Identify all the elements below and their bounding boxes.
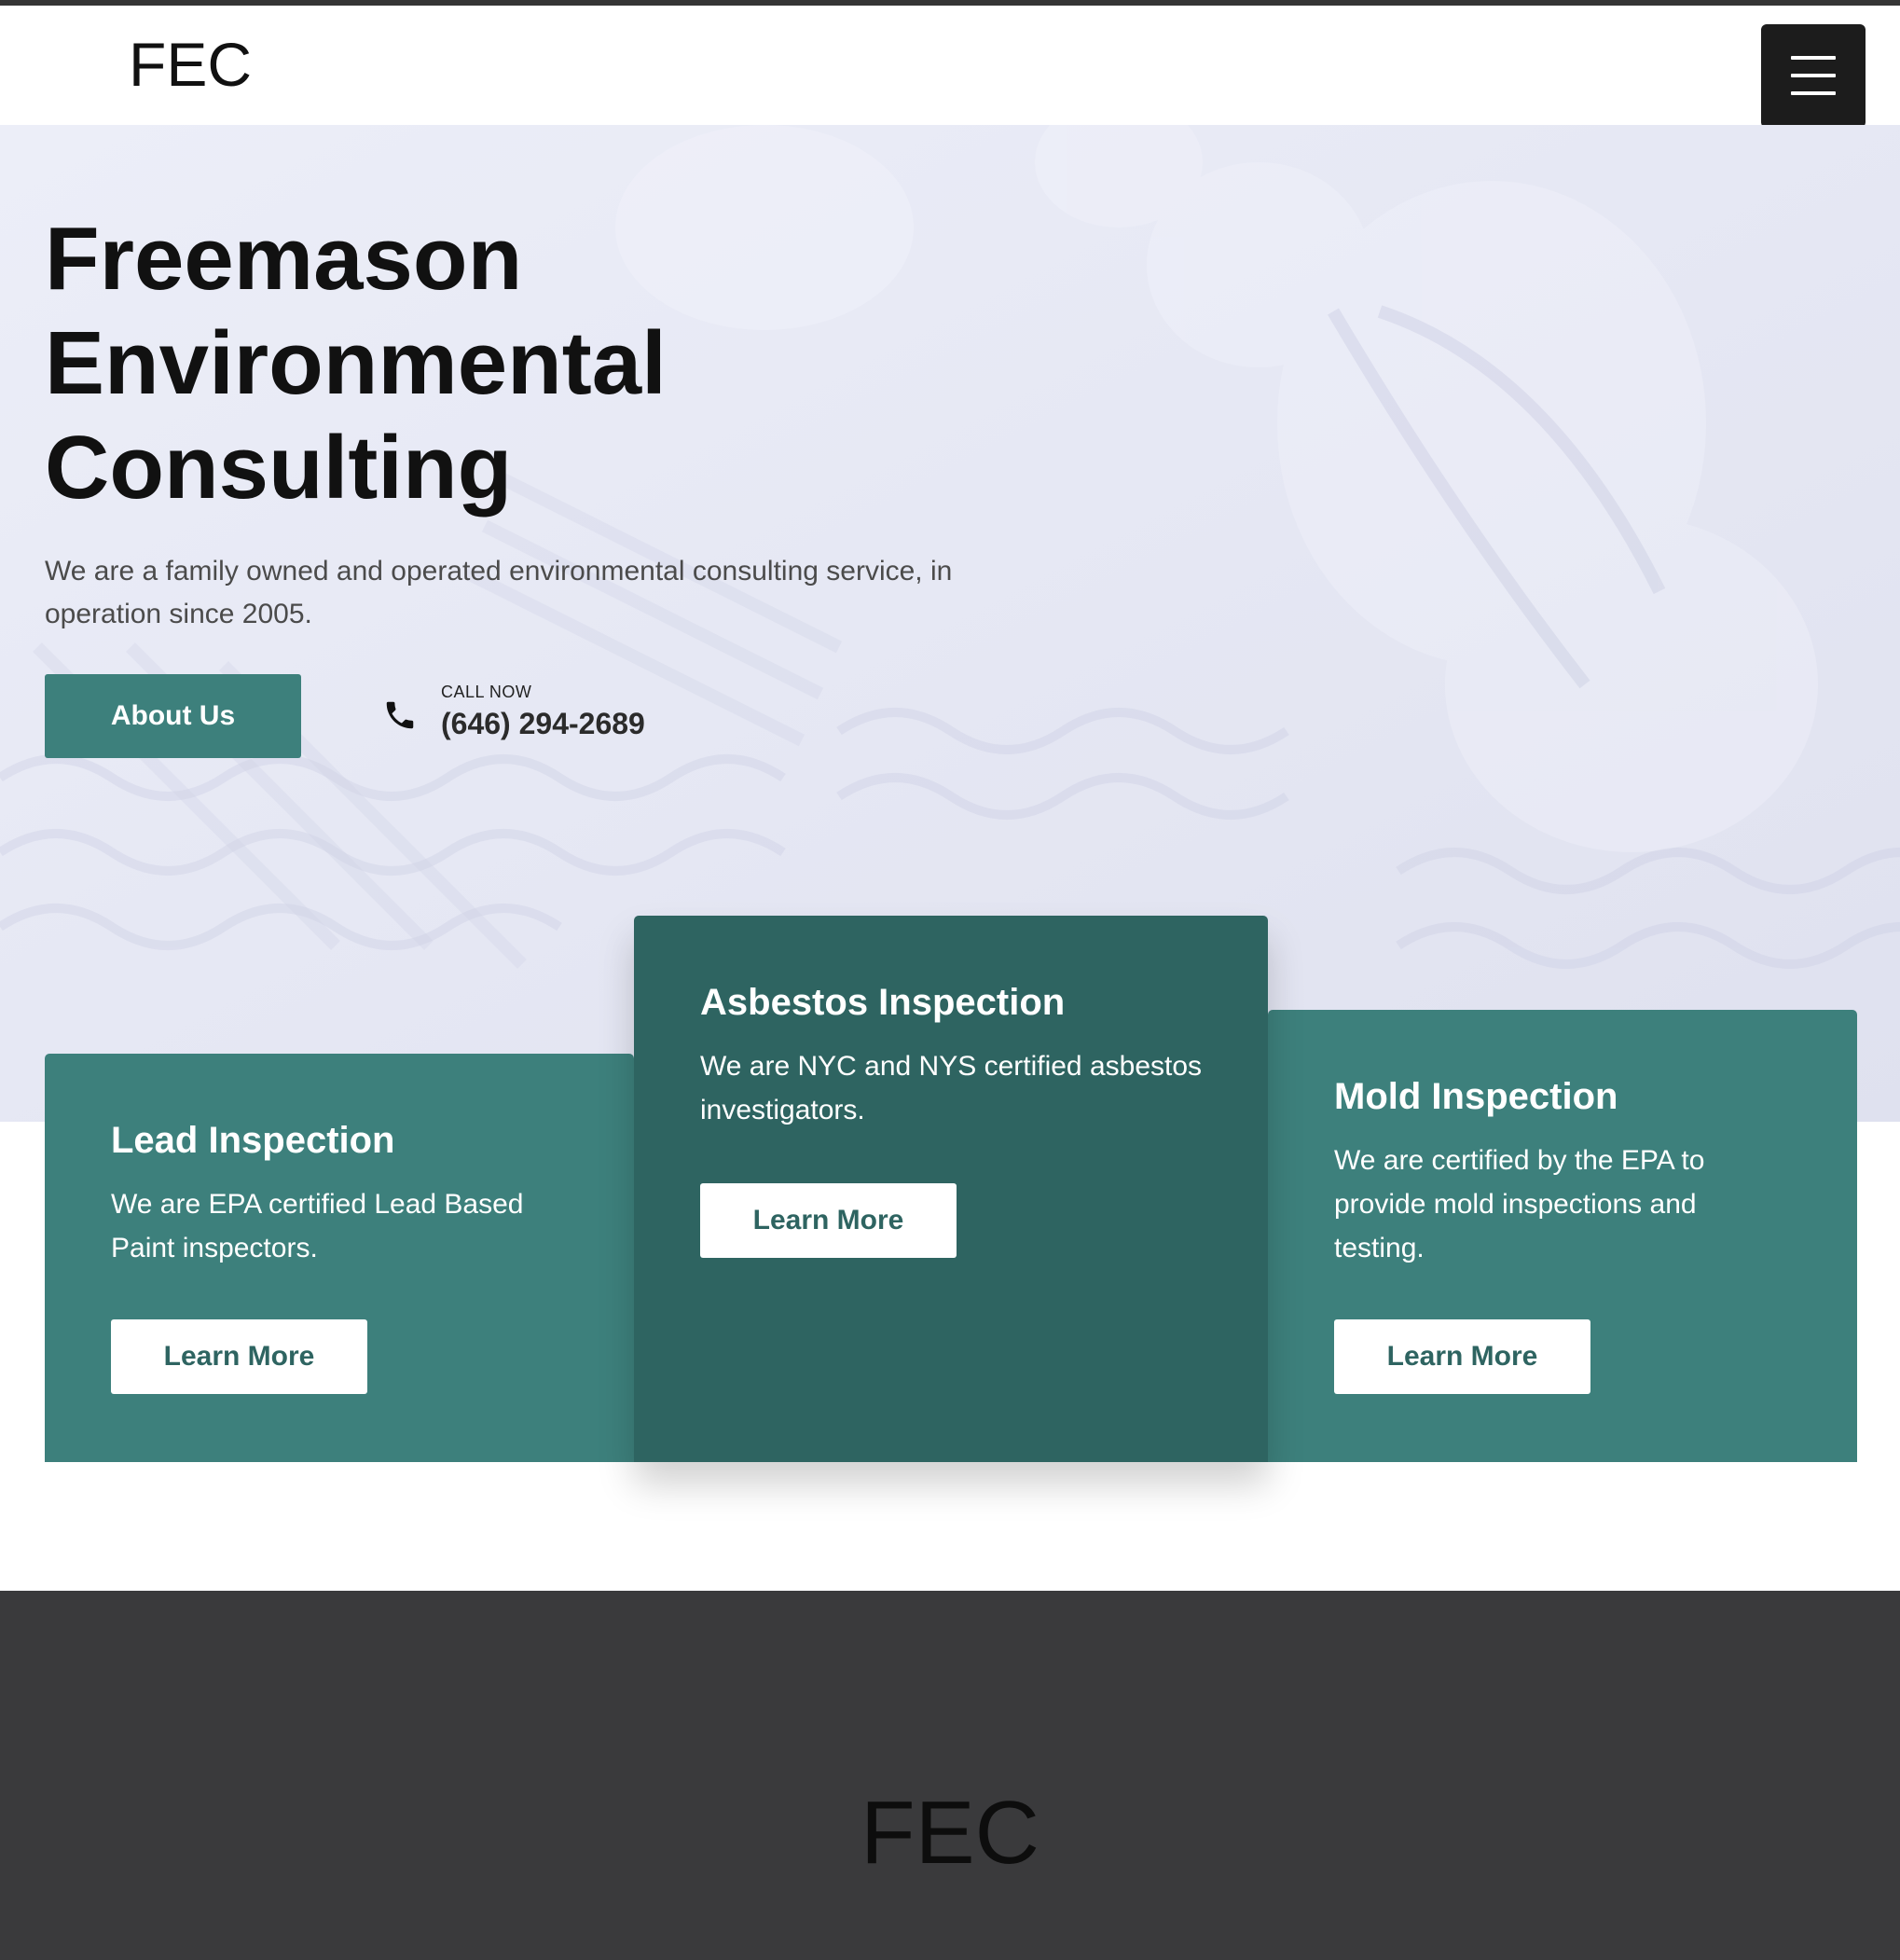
lead-learn-more-button[interactable]: Learn More	[111, 1319, 367, 1394]
hero-title-line: Consulting	[45, 418, 513, 518]
site-footer: FEC	[0, 1591, 1900, 1960]
card-title: Mold Inspection	[1334, 1076, 1618, 1117]
card-description: We are NYC and NYS certified asbestos in…	[700, 1051, 1203, 1125]
page: FEC Freemason Environmental Consulting W…	[0, 0, 1900, 1960]
call-now-label: CALL NOW	[441, 683, 532, 701]
asbestos-inspection-card: Asbestos Inspection We are NYC and NYS c…	[634, 916, 1268, 1462]
card-description: We are certified by the EPA to provide m…	[1334, 1145, 1705, 1263]
hero-title: Freemason Environmental Consulting	[45, 207, 791, 520]
card-title: Asbestos Inspection	[700, 982, 1066, 1023]
lead-inspection-card: Lead Inspection We are EPA certified Lea…	[45, 1054, 634, 1462]
hero-title-line: Freemason	[45, 209, 523, 309]
phone-number[interactable]: (646) 294-2689	[441, 703, 645, 744]
hero-title-line: Environmental	[45, 313, 667, 413]
menu-button[interactable]	[1761, 24, 1866, 128]
mold-inspection-card: Mold Inspection We are certified by the …	[1268, 1010, 1857, 1462]
card-description: We are EPA certified Lead Based Paint in…	[111, 1189, 524, 1263]
asbestos-learn-more-button[interactable]: Learn More	[700, 1183, 957, 1258]
mold-learn-more-button[interactable]: Learn More	[1334, 1319, 1590, 1394]
call-now-block[interactable]: CALL NOW (646) 294-2689	[441, 681, 645, 744]
phone-icon[interactable]	[382, 697, 418, 733]
site-header: FEC	[0, 6, 1900, 128]
card-title: Lead Inspection	[111, 1120, 395, 1161]
hero-description: We are a family owned and operated envir…	[45, 556, 953, 629]
footer-logo[interactable]: FEC	[0, 1788, 1900, 1878]
site-logo[interactable]: FEC	[129, 34, 252, 95]
about-us-button[interactable]: About Us	[45, 674, 301, 758]
